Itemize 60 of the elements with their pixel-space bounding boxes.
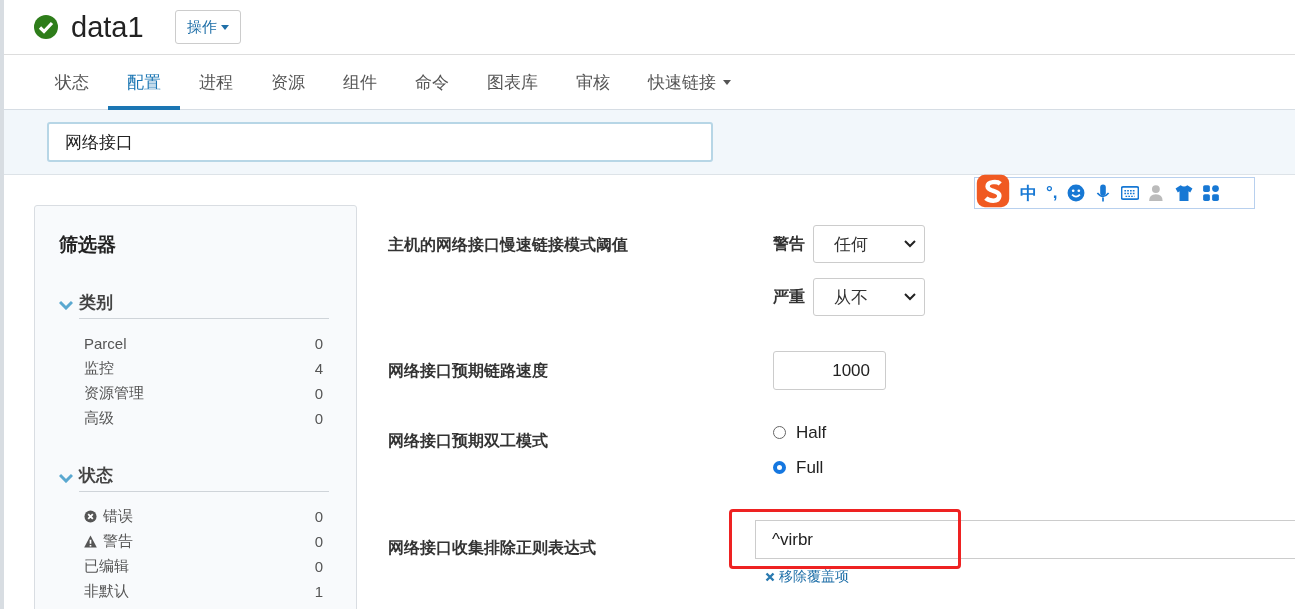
filter-count: 0 xyxy=(314,558,323,575)
filter-item[interactable]: 错误 xyxy=(103,507,315,526)
filter-item[interactable]: 资源管理 xyxy=(84,384,315,403)
tab[interactable]: 组件 xyxy=(324,55,396,110)
radio-button[interactable] xyxy=(773,461,786,474)
check-circle-icon xyxy=(33,14,59,40)
filter-item[interactable]: 已编辑 xyxy=(84,557,315,576)
filter-count: 0 xyxy=(314,335,323,352)
keyboard-icon[interactable] xyxy=(1120,184,1139,202)
tab[interactable]: 进程 xyxy=(180,55,252,110)
page-title: data1 xyxy=(71,10,144,44)
select-label: 警告 xyxy=(773,233,806,254)
tab[interactable]: 图表库 xyxy=(468,55,557,110)
setting-label: 网络接口收集排除正则表达式 xyxy=(388,538,597,558)
warning-icon xyxy=(84,535,97,548)
grid-icon[interactable] xyxy=(1201,184,1220,202)
filter-item[interactable]: 监控 xyxy=(84,359,315,378)
select-field[interactable]: 从不 xyxy=(813,278,925,316)
filter-item[interactable]: 非默认 xyxy=(84,582,315,601)
radio-label[interactable]: Full xyxy=(796,457,824,478)
tab[interactable]: 状态 xyxy=(36,55,108,110)
actions-button[interactable]: 操作 xyxy=(174,10,241,44)
group-title[interactable]: 状态 xyxy=(79,464,329,492)
close-icon xyxy=(765,572,775,582)
text-field[interactable]: ^virbr xyxy=(755,520,1295,559)
group-title[interactable]: 类别 xyxy=(79,291,329,319)
filter-count: 0 xyxy=(314,385,323,402)
chevron-icon[interactable] xyxy=(59,300,73,310)
select-label: 严重 xyxy=(773,286,806,307)
shirt-icon[interactable] xyxy=(1174,184,1193,202)
tab[interactable]: 命令 xyxy=(396,55,468,110)
filter-count: 4 xyxy=(314,360,323,377)
ime-button[interactable]: °, xyxy=(1046,183,1058,203)
search-field[interactable]: 网络接口 xyxy=(47,122,713,162)
filter-item[interactable]: 警告 xyxy=(103,532,315,551)
error-icon xyxy=(84,510,97,523)
filter-count: 0 xyxy=(314,410,323,427)
filter-count: 0 xyxy=(314,533,323,550)
tab[interactable]: 资源 xyxy=(252,55,324,110)
number-field[interactable]: 1000 xyxy=(773,351,886,390)
filter-item[interactable]: 高级 xyxy=(84,409,315,428)
chevron-icon xyxy=(904,240,916,248)
tab[interactable]: 快速链接 xyxy=(629,55,750,110)
s-logo-icon[interactable] xyxy=(975,173,1011,209)
caret-icon xyxy=(220,24,229,30)
remove-override-link[interactable]: 移除覆盖项 xyxy=(765,568,1295,586)
chevron-icon[interactable] xyxy=(59,473,73,483)
filter-item[interactable]: Parcel xyxy=(84,335,315,352)
radio-label[interactable]: Half xyxy=(796,422,827,443)
smiley-icon[interactable] xyxy=(1066,184,1085,202)
setting-label: 主机的网络接口慢速链接模式阈值 xyxy=(388,235,629,255)
setting-label: 网络接口预期链路速度 xyxy=(388,361,549,381)
tab[interactable]: 审核 xyxy=(557,55,629,110)
setting-label: 网络接口预期双工模式 xyxy=(388,431,549,451)
chevron-icon xyxy=(904,293,916,301)
filter-count: 1 xyxy=(314,583,323,600)
panel-title: 筛选器 xyxy=(59,233,117,257)
filter-count: 0 xyxy=(314,508,323,525)
ime-button[interactable]: 中 xyxy=(1020,181,1037,205)
select-field[interactable]: 任何 xyxy=(813,225,925,263)
